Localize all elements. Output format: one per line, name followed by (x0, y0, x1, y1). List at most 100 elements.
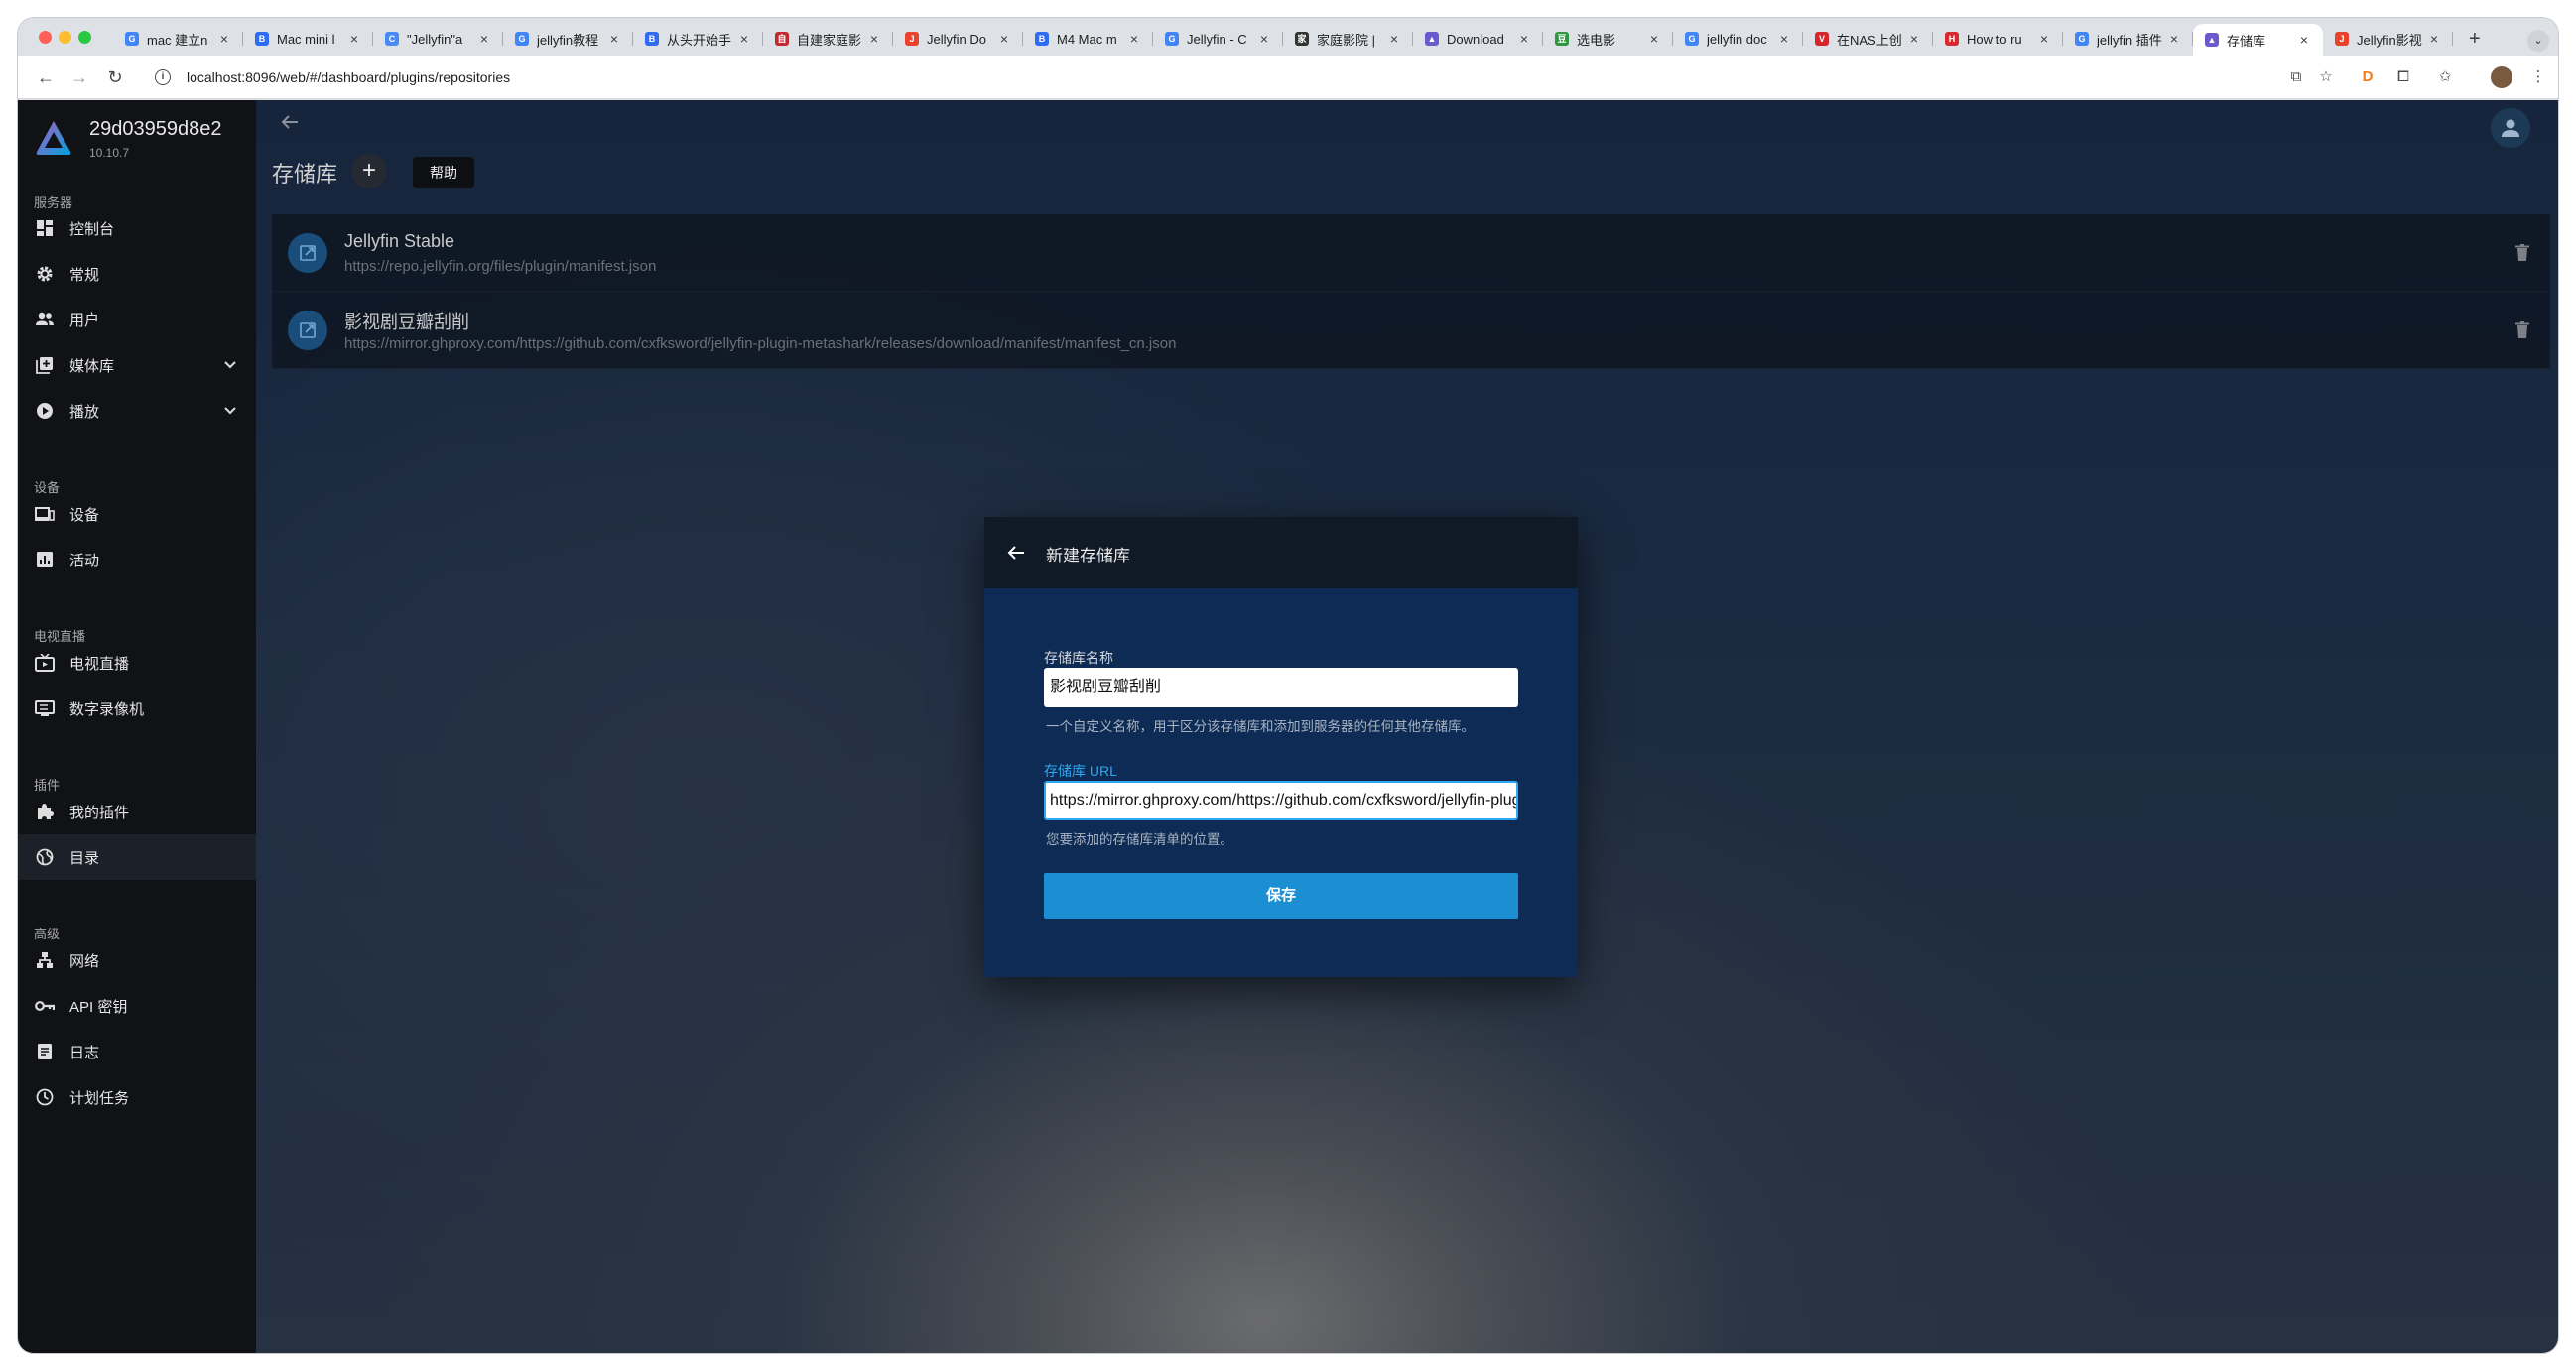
close-tab-icon[interactable]: × (867, 31, 881, 47)
browser-tab[interactable]: Gmac 建立n × (113, 24, 243, 54)
bookmark-star-icon[interactable]: ☆ (2316, 67, 2336, 87)
sidebar-item-users[interactable]: 用户 (18, 297, 256, 342)
close-tab-icon[interactable]: × (2427, 31, 2441, 47)
puzzle-icon (34, 801, 56, 822)
new-tab-button[interactable]: + (2469, 28, 2481, 51)
profile-avatar[interactable] (2491, 66, 2512, 88)
close-tab-icon[interactable]: × (347, 31, 361, 47)
close-tab-icon[interactable]: × (1257, 31, 1271, 47)
sidebar-item-scheduled-tasks[interactable]: 计划任务 (18, 1074, 256, 1120)
close-tab-icon[interactable]: × (2037, 31, 2051, 47)
sidebar-item-activity[interactable]: 活动 (18, 537, 256, 582)
browser-tab-active[interactable]: ▲ 存储库 × (2193, 24, 2323, 56)
live-tv-icon (34, 652, 56, 674)
close-tab-icon[interactable]: × (1517, 31, 1531, 47)
close-tab-icon[interactable]: × (1387, 31, 1401, 47)
tab-title: Jellyfin Do (927, 31, 986, 47)
close-tab-icon[interactable]: × (1127, 31, 1141, 47)
open-link-icon[interactable] (288, 233, 327, 273)
sidebar-item-my-plugins[interactable]: 我的插件 (18, 789, 256, 834)
browser-tab[interactable]: Gjellyfin教程 × (503, 24, 633, 54)
delete-trash-icon[interactable] (2511, 241, 2534, 265)
repository-row[interactable]: Jellyfin Stable https://repo.jellyfin.org… (272, 214, 2550, 292)
browser-tab[interactable]: V 在NAS上创 × (1803, 24, 1933, 54)
close-tab-icon[interactable]: × (1777, 31, 1791, 47)
sidebar-item-logs[interactable]: 日志 (18, 1029, 256, 1074)
close-tab-icon[interactable]: × (737, 31, 751, 47)
maximize-window-button[interactable] (78, 31, 91, 44)
close-tab-icon[interactable]: × (607, 31, 621, 47)
close-tab-icon[interactable]: × (1907, 31, 1921, 47)
browser-tab[interactable]: 家家庭影院 | × (1283, 24, 1413, 54)
close-tab-icon[interactable]: × (1647, 31, 1661, 47)
close-tab-icon[interactable]: × (477, 31, 491, 47)
tab-search-button[interactable]: ⌄ (2527, 30, 2549, 52)
sidebar-item-playback[interactable]: 播放 (18, 388, 256, 434)
browser-tab[interactable]: 自自建家庭影 × (763, 24, 893, 54)
dashboard-icon (34, 217, 56, 239)
browser-menu-icon[interactable]: ⋮ (2528, 67, 2548, 87)
tab-title: 家庭影院 | (1317, 32, 1375, 48)
sidebar-item-libraries[interactable]: 媒体库 (18, 342, 256, 388)
repository-name-input[interactable]: 影视剧豆瓣刮削 (1044, 668, 1518, 707)
sidebar-item-dvr[interactable]: 数字录像机 (18, 685, 256, 731)
tab-title: 从头开始手 (667, 32, 732, 48)
browser-tab[interactable]: G Jellyfin - C × (1153, 24, 1283, 54)
back-button[interactable]: ← (34, 65, 58, 89)
sidebar-item-label: API 密钥 (69, 998, 128, 1016)
sidebar-item-networking[interactable]: 网络 (18, 937, 256, 983)
browser-tab[interactable]: H How to ru × (1933, 24, 2063, 54)
baidu-icon: B (645, 32, 659, 46)
sidebar-item-label: 控制台 (69, 220, 115, 238)
sidebar-item-api-keys[interactable]: API 密钥 (18, 983, 256, 1029)
browser-tab[interactable]: Gjellyfin doc × (1673, 24, 1803, 54)
reload-button[interactable]: ↻ (103, 65, 127, 89)
extensions-puzzle-icon[interactable]: ⧠ (2393, 67, 2413, 87)
close-window-button[interactable] (39, 31, 52, 44)
user-avatar-button[interactable] (2491, 108, 2530, 148)
minimize-window-button[interactable] (59, 31, 71, 44)
bookmarks-icon[interactable]: ✩ (2435, 67, 2455, 87)
repository-name-label: 存储库名称 (1044, 650, 1113, 666)
google-icon: G (515, 32, 529, 46)
key-icon (34, 995, 56, 1017)
site-icon: 自 (775, 32, 789, 46)
sidebar-item-dashboard[interactable]: 控制台 (18, 205, 256, 251)
browser-tab[interactable]: ▲ Download × (1413, 24, 1543, 54)
browser-tab[interactable]: Gjellyfin 插件 × (2063, 24, 2193, 54)
site-info-icon[interactable]: i (155, 69, 171, 85)
save-button[interactable]: 保存 (1044, 873, 1518, 919)
delete-trash-icon[interactable] (2511, 318, 2534, 342)
close-tab-icon[interactable]: × (2297, 32, 2311, 48)
extension-d-icon[interactable]: D (2358, 67, 2378, 87)
address-url[interactable]: localhost:8096/web/#/dashboard/plugins/r… (187, 69, 510, 85)
close-tab-icon[interactable]: × (997, 31, 1011, 47)
browser-tab[interactable]: C "Jellyfin"a × (373, 24, 503, 54)
back-arrow-icon[interactable] (278, 110, 302, 134)
open-link-icon[interactable] (288, 311, 327, 350)
tab-title: Mac mini l (277, 31, 335, 47)
browser-tab[interactable]: B Mac mini l × (243, 24, 373, 54)
close-tab-icon[interactable]: × (217, 31, 231, 47)
dashboard-sidebar: 29d03959d8e2 10.10.7 服务器 控制台 常规 用户 媒体库 播… (18, 100, 256, 1353)
forward-button[interactable]: → (67, 65, 91, 89)
browser-tab[interactable]: B 从头开始手 × (633, 24, 763, 54)
add-repository-button[interactable]: + (351, 154, 387, 189)
install-app-icon[interactable]: ⧉ (2286, 67, 2306, 87)
browser-tab[interactable]: 豆选电影 × (1543, 24, 1673, 54)
sidebar-item-devices[interactable]: 设备 (18, 491, 256, 537)
sidebar-item-catalog[interactable]: 目录 (18, 834, 256, 880)
address-bar[interactable]: i localhost:8096/web/#/dashboard/plugins… (145, 62, 2268, 93)
repository-url-input[interactable]: https://mirror.ghproxy.com/https://githu… (1044, 781, 1518, 820)
close-tab-icon[interactable]: × (2167, 31, 2181, 47)
browser-tab[interactable]: J Jellyfin影视 × (2323, 24, 2453, 54)
sidebar-item-label: 用户 (69, 311, 100, 329)
help-button[interactable]: 帮助 (413, 157, 474, 188)
sidebar-item-general[interactable]: 常规 (18, 251, 256, 297)
browser-tab[interactable]: B M4 Mac m × (1023, 24, 1153, 54)
browser-tab[interactable]: J Jellyfin Do × (893, 24, 1023, 54)
sidebar-item-livetv[interactable]: 电视直播 (18, 640, 256, 685)
dialog-back-arrow-icon[interactable] (1004, 541, 1028, 564)
repository-row[interactable]: 影视剧豆瓣刮削 https://mirror.ghproxy.com/https:… (272, 292, 2550, 369)
repository-name: 影视剧豆瓣刮削 (344, 312, 469, 332)
